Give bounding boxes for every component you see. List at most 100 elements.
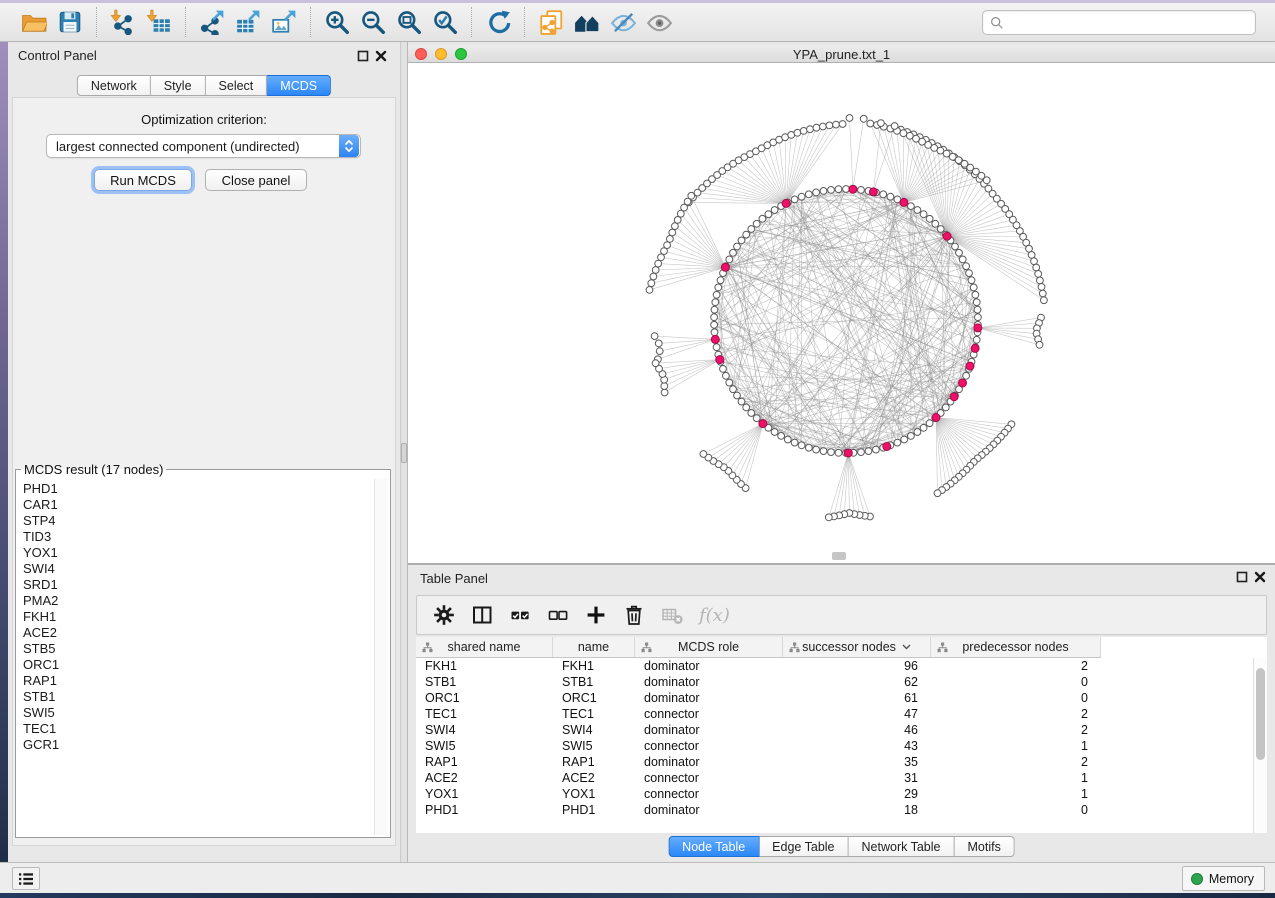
show-all-button[interactable] — [641, 6, 677, 38]
network-graph[interactable] — [408, 63, 1275, 563]
network-window-titlebar[interactable]: YPA_prune.txt_1 — [408, 45, 1275, 63]
mcds-result-node[interactable]: FKH1 — [23, 609, 373, 625]
mcds-result-node[interactable]: STB5 — [23, 641, 373, 657]
column-label: successor nodes — [802, 640, 896, 654]
column-header-name[interactable]: name — [553, 637, 635, 658]
mcds-result-node[interactable]: SWI5 — [23, 705, 373, 721]
memory-button[interactable]: Memory — [1182, 866, 1265, 891]
tab-network[interactable]: Network — [77, 75, 151, 96]
search-icon — [990, 16, 1004, 30]
float-table-panel-button[interactable] — [1235, 571, 1249, 585]
column-header-MCDS-role[interactable]: MCDS role — [635, 637, 783, 658]
mcds-result-node[interactable]: YOX1 — [23, 545, 373, 561]
tab-style[interactable]: Style — [151, 75, 206, 96]
column-header-shared-name[interactable]: shared name — [416, 637, 553, 658]
mcds-result-node[interactable]: RAP1 — [23, 673, 373, 689]
mcds-result-node[interactable]: SWI4 — [23, 561, 373, 577]
tab-motifs[interactable]: Motifs — [954, 836, 1014, 857]
table-cell: ACE2 — [553, 770, 635, 786]
column-header-successor-nodes[interactable]: successor nodes — [783, 637, 931, 658]
mcds-result-node[interactable]: GCR1 — [23, 737, 373, 753]
task-history-button[interactable] — [12, 867, 40, 890]
table-cell: dominator — [635, 722, 783, 738]
open-button[interactable] — [16, 6, 52, 38]
table-row[interactable]: PHD1PHD1dominator180 — [416, 802, 1251, 818]
table-row[interactable]: STB1STB1dominator620 — [416, 674, 1251, 690]
mcds-result-node[interactable]: PHD1 — [23, 481, 373, 497]
run-mcds-button[interactable]: Run MCDS — [94, 169, 192, 191]
table-row[interactable]: FKH1FKH1dominator962 — [416, 658, 1251, 674]
hide-selected-icon — [610, 9, 636, 35]
network-hscrollbar-thumb[interactable] — [832, 552, 846, 560]
deselect-all-button[interactable] — [543, 600, 573, 630]
mcds-result-node[interactable]: PMA2 — [23, 593, 373, 609]
mcds-result-list[interactable]: PHD1CAR1STP4TID3YOX1SWI4SRD1PMA2FKH1ACE2… — [18, 479, 373, 835]
mcds-result-node[interactable]: STB1 — [23, 689, 373, 705]
mcds-result-node[interactable]: ORC1 — [23, 657, 373, 673]
tab-edge-table[interactable]: Edge Table — [759, 836, 848, 857]
import-network-button[interactable] — [105, 6, 141, 38]
tab-node-table[interactable]: Node Table — [668, 836, 759, 857]
show-column-panel-button[interactable] — [467, 600, 497, 630]
table-cell: 1 — [931, 738, 1101, 754]
zoom-out-button[interactable] — [355, 6, 391, 38]
mcds-result-scrollbar[interactable] — [374, 479, 388, 835]
export-image-button[interactable] — [266, 6, 302, 38]
close-panel-button[interactable]: Close panel — [205, 169, 307, 191]
search-field[interactable] — [982, 10, 1256, 35]
mcds-result-node[interactable]: ACE2 — [23, 625, 373, 641]
zoom-fit-button[interactable] — [391, 6, 427, 38]
table-scrollbar[interactable] — [1253, 658, 1267, 833]
close-control-panel-button[interactable] — [374, 50, 388, 64]
mcds-result-node[interactable]: TID3 — [23, 529, 373, 545]
zoom-in-button[interactable] — [319, 6, 355, 38]
tab-mcds[interactable]: MCDS — [267, 75, 331, 96]
select-all-button[interactable] — [505, 600, 535, 630]
mcds-result-node[interactable]: SRD1 — [23, 577, 373, 593]
table-scrollbar-thumb[interactable] — [1256, 668, 1265, 760]
table-panel: Table Panel f(x) shared namenameMCDS rol… — [408, 565, 1275, 862]
import-table-button[interactable] — [141, 6, 177, 38]
table-cell: 2 — [931, 722, 1101, 738]
column-label: shared name — [448, 640, 521, 654]
network-canvas[interactable] — [408, 63, 1275, 563]
panel-splitter[interactable] — [400, 42, 408, 862]
close-table-panel-button[interactable] — [1253, 571, 1267, 585]
zoom-selected-button[interactable] — [427, 6, 463, 38]
table-row[interactable]: YOX1YOX1connector291 — [416, 786, 1251, 802]
tab-network-table[interactable]: Network Table — [849, 836, 955, 857]
table-row[interactable]: RAP1RAP1dominator352 — [416, 754, 1251, 770]
show-column-panel-icon — [470, 603, 494, 627]
table-row[interactable]: SWI5SWI5connector431 — [416, 738, 1251, 754]
table-row[interactable]: ACE2ACE2connector311 — [416, 770, 1251, 786]
export-table-button[interactable] — [230, 6, 266, 38]
new-network-from-selection-button[interactable] — [533, 6, 569, 38]
task-list-icon — [18, 872, 34, 886]
table-body: FKH1FKH1dominator962STB1STB1dominator620… — [416, 658, 1251, 818]
column-label: predecessor nodes — [962, 640, 1068, 654]
hide-selected-button[interactable] — [605, 6, 641, 38]
delete-columns-icon — [622, 603, 646, 627]
tab-select[interactable]: Select — [206, 75, 268, 96]
table-cell: 31 — [783, 770, 931, 786]
table-row[interactable]: TEC1TEC1connector472 — [416, 706, 1251, 722]
first-neighbors-button[interactable] — [569, 6, 605, 38]
save-button[interactable] — [52, 6, 88, 38]
mcds-result-node[interactable]: TEC1 — [23, 721, 373, 737]
splitter-grip[interactable] — [401, 443, 407, 463]
search-input[interactable] — [1009, 13, 1255, 33]
table-row[interactable]: ORC1ORC1dominator610 — [416, 690, 1251, 706]
delete-columns-button[interactable] — [619, 600, 649, 630]
refresh-button[interactable] — [480, 6, 516, 38]
mcds-result-node[interactable]: STP4 — [23, 513, 373, 529]
float-control-panel-button[interactable] — [356, 50, 370, 64]
mcds-result-node[interactable]: CAR1 — [23, 497, 373, 513]
export-network-button[interactable] — [194, 6, 230, 38]
column-header-predecessor-nodes[interactable]: predecessor nodes — [931, 637, 1101, 658]
table-cell: 35 — [783, 754, 931, 770]
table-row[interactable]: SWI4SWI4dominator462 — [416, 722, 1251, 738]
table-options-button[interactable] — [429, 600, 459, 630]
optimization-criterion-select[interactable]: largest connected component (undirected) — [46, 134, 361, 158]
table-cell: 47 — [783, 706, 931, 722]
add-column-button[interactable] — [581, 600, 611, 630]
